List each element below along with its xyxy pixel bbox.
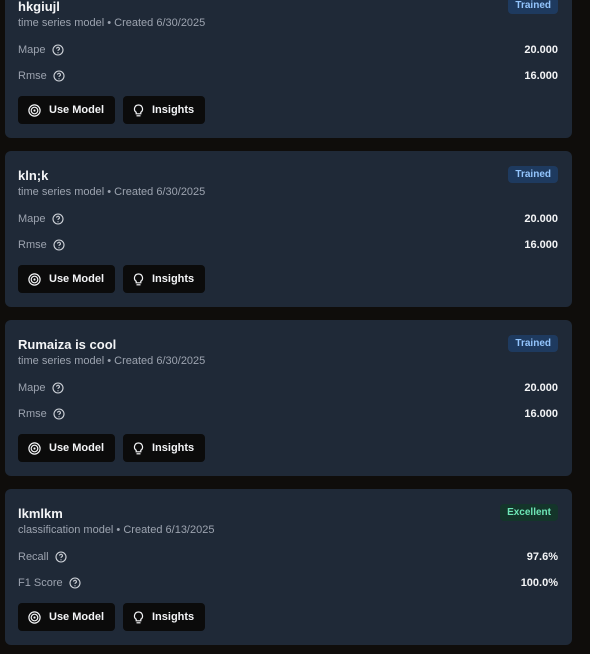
metric-value: 20.000 xyxy=(524,382,558,394)
model-subtitle: time series model • Created 6/30/2025 xyxy=(18,355,206,367)
model-subtitle: time series model • Created 6/30/2025 xyxy=(18,17,206,29)
insights-button[interactable]: Insights xyxy=(123,434,205,462)
metric-value: 20.000 xyxy=(524,213,558,225)
help-circle-icon[interactable] xyxy=(69,577,81,589)
insights-label: Insights xyxy=(152,104,195,116)
metric-value: 16.000 xyxy=(524,239,558,251)
card-actions: Use Model Insights xyxy=(18,96,318,124)
status-badge: Excellent xyxy=(500,504,558,521)
status-badge: Trained xyxy=(508,166,558,183)
metric-label: Rmse xyxy=(18,408,47,420)
metric-row: Mape 20.000 xyxy=(18,44,558,60)
insights-label: Insights xyxy=(152,611,195,623)
metric-row: Mape 20.000 xyxy=(18,213,558,229)
status-badge: Trained xyxy=(508,335,558,352)
card-actions: Use Model Insights xyxy=(18,265,318,293)
use-model-button[interactable]: Use Model xyxy=(18,434,115,462)
metric-row: Rmse 16.000 xyxy=(18,408,558,424)
lightbulb-icon xyxy=(133,103,144,116)
use-model-button[interactable]: Use Model xyxy=(18,265,115,293)
metric-row: Mape 20.000 xyxy=(18,382,558,398)
metric-label: Mape xyxy=(18,44,46,56)
use-model-label: Use Model xyxy=(49,611,105,623)
target-icon xyxy=(28,610,41,624)
help-circle-icon[interactable] xyxy=(53,70,65,82)
metric-label: Mape xyxy=(18,382,46,394)
model-card: lkmlkm classification model • Created 6/… xyxy=(5,489,572,645)
metric-value: 16.000 xyxy=(524,70,558,82)
insights-button[interactable]: Insights xyxy=(123,603,205,631)
help-circle-icon[interactable] xyxy=(51,44,64,56)
use-model-label: Use Model xyxy=(49,104,105,116)
metric-label: Mape xyxy=(18,213,46,225)
target-icon xyxy=(28,441,41,455)
model-card: hkgiujl time series model • Created 6/30… xyxy=(5,0,572,138)
use-model-button[interactable]: Use Model xyxy=(18,96,115,124)
target-icon xyxy=(28,103,41,117)
model-name: Rumaiza is cool xyxy=(18,337,117,352)
insights-button[interactable]: Insights xyxy=(123,265,205,293)
use-model-label: Use Model xyxy=(49,273,105,285)
metric-row: Rmse 16.000 xyxy=(18,70,558,86)
insights-label: Insights xyxy=(152,273,195,285)
use-model-button[interactable]: Use Model xyxy=(18,603,115,631)
metric-row: Recall 97.6% xyxy=(18,551,558,567)
insights-button[interactable]: Insights xyxy=(123,96,205,124)
model-subtitle: time series model • Created 6/30/2025 xyxy=(18,186,206,198)
lightbulb-icon xyxy=(133,610,144,623)
metric-value: 20.000 xyxy=(524,44,558,56)
metric-row: F1 Score 100.0% xyxy=(18,577,558,593)
metric-value: 16.000 xyxy=(524,408,558,420)
card-actions: Use Model Insights xyxy=(18,603,318,631)
metric-label: Rmse xyxy=(18,70,47,82)
metric-label: Rmse xyxy=(18,239,47,251)
help-circle-icon[interactable] xyxy=(51,382,64,394)
model-card: kln;k time series model • Created 6/30/2… xyxy=(5,151,572,307)
metric-label: F1 Score xyxy=(18,577,63,589)
help-circle-icon[interactable] xyxy=(51,213,64,225)
metric-label: Recall xyxy=(18,551,49,563)
help-circle-icon[interactable] xyxy=(55,551,67,563)
metric-value: 100.0% xyxy=(520,577,558,589)
target-icon xyxy=(28,272,41,286)
model-name: lkmlkm xyxy=(18,506,63,521)
model-subtitle: classification model • Created 6/13/2025 xyxy=(18,524,215,536)
help-circle-icon[interactable] xyxy=(53,408,65,420)
metric-value: 97.6% xyxy=(526,551,558,563)
model-name: kln;k xyxy=(18,168,49,183)
insights-label: Insights xyxy=(152,442,195,454)
card-actions: Use Model Insights xyxy=(18,434,318,462)
help-circle-icon[interactable] xyxy=(53,239,65,251)
lightbulb-icon xyxy=(133,272,144,285)
metric-row: Rmse 16.000 xyxy=(18,239,558,255)
model-card: Rumaiza is cool time series model • Crea… xyxy=(5,320,572,476)
use-model-label: Use Model xyxy=(49,442,105,454)
lightbulb-icon xyxy=(133,441,144,454)
status-badge: Trained xyxy=(508,0,558,14)
model-name: hkgiujl xyxy=(18,0,60,14)
